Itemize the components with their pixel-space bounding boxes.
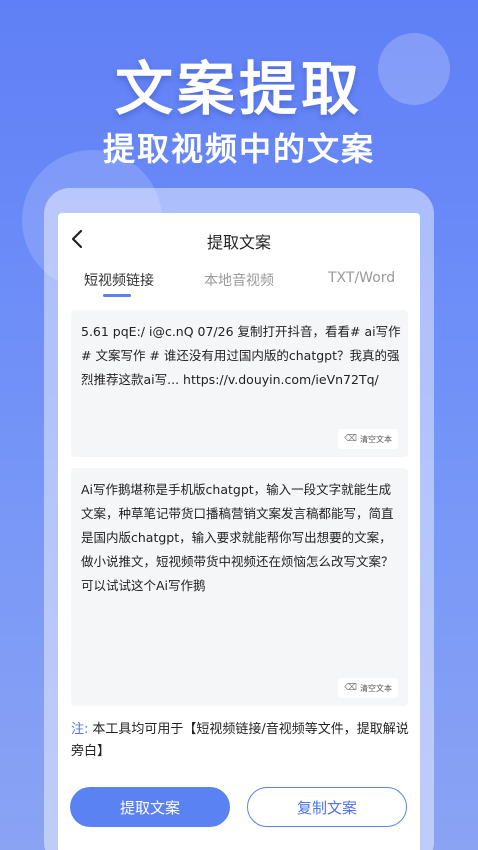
link-input-box[interactable]: 5.61 pqE:/ i@c.nQ 07/26 复制打开抖音，看看# ai写作 …: [71, 310, 408, 457]
usage-note: 注: 本工具均可用于【短视频链接/音视频等文件，提取解说旁白】: [71, 719, 411, 763]
clear-output-button[interactable]: ⌫ 清空文本: [338, 678, 398, 698]
hero-subtitle: 提取视频中的文案: [102, 130, 375, 168]
result-output-box[interactable]: Ai写作鹅堪称是手机版chatgpt，输入一段文字就能生成文案，种草笔记带货口播…: [71, 468, 408, 706]
extract-button[interactable]: 提取文案: [70, 787, 230, 827]
tab-short-video-link[interactable]: 短视频链接: [84, 270, 154, 290]
copy-button[interactable]: 复制文案: [247, 787, 407, 827]
note-label: 注:: [71, 722, 89, 737]
note-text: 本工具均可用于【短视频链接/音视频等文件，提取解说旁白】: [71, 722, 409, 759]
tab-active-indicator: [103, 294, 131, 297]
page-title: 提取文案: [206, 233, 271, 252]
hero-title: 文案提取: [114, 55, 363, 123]
tab-txt-word[interactable]: TXT/Word: [328, 270, 395, 286]
eraser-icon: ⌫: [344, 683, 357, 693]
tab-bar: 短视频链接 本地音视频 TXT/Word: [58, 262, 420, 302]
result-output-text[interactable]: Ai写作鹅堪称是手机版chatgpt，输入一段文字就能生成文案，种草笔记带货口播…: [81, 478, 401, 598]
eraser-icon: ⌫: [344, 434, 357, 444]
link-input-text[interactable]: 5.61 pqE:/ i@c.nQ 07/26 复制打开抖音，看看# ai写作 …: [81, 320, 401, 392]
clear-output-label: 清空文本: [360, 683, 392, 693]
tab-local-media[interactable]: 本地音视频: [204, 270, 274, 290]
clear-input-label: 清空文本: [360, 434, 392, 444]
clear-input-button[interactable]: ⌫ 清空文本: [338, 429, 398, 449]
